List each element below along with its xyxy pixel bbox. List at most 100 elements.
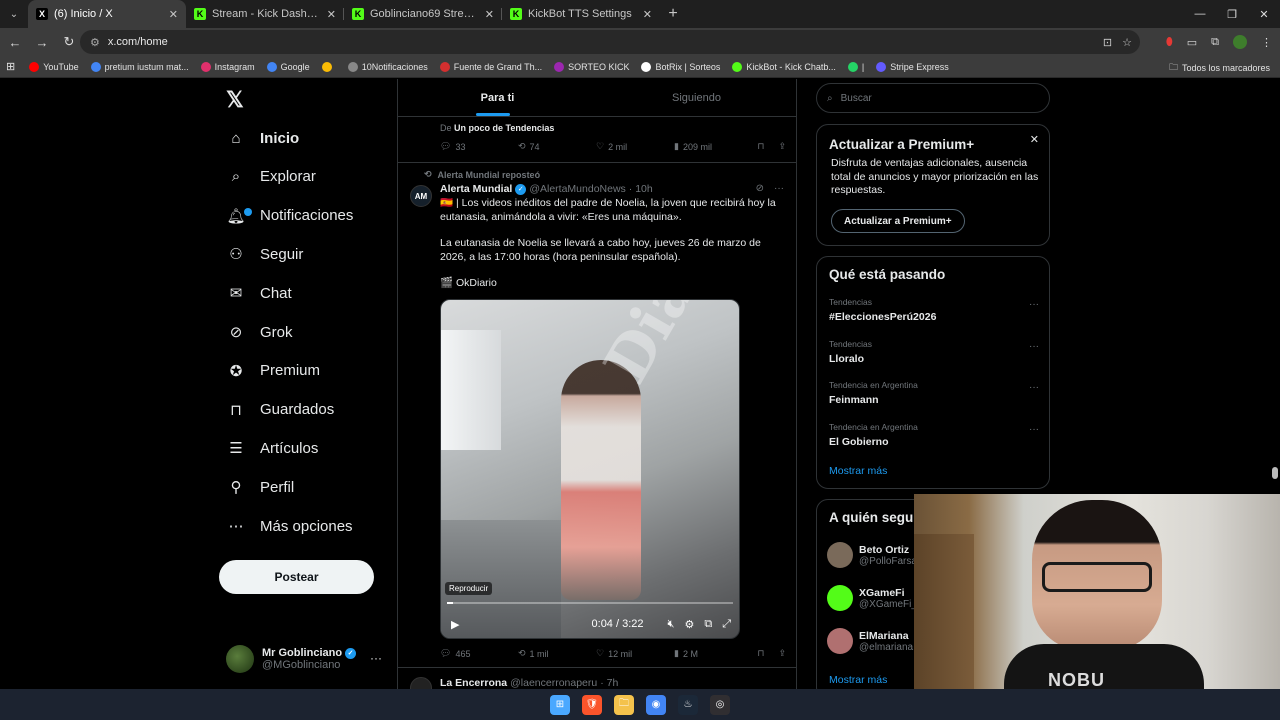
tab-search-icon[interactable]: ⌄ [0,0,28,28]
bookmark-item[interactable]: Stripe Express [876,61,949,72]
more-horizontal-icon[interactable]: ··· [1029,382,1039,393]
show-more-link[interactable]: Mostrar más [829,674,887,686]
views-button[interactable]: ▮ 209 mil [674,141,752,152]
reply-button[interactable]: 💬︎ 33 [440,141,518,152]
maximize-icon[interactable]: ❐ [1216,0,1248,28]
bookmark-item[interactable]: Instagram [200,61,255,72]
trend-item[interactable]: Tendencia en Argentina El Gobierno ··· [829,422,1039,448]
bookmark-item[interactable]: BotRix | Sorteos [641,61,720,72]
page-scrollbar[interactable] [1272,467,1278,479]
play-icon[interactable]: ▶ [451,618,459,631]
tab-kick-dashboard[interactable]: K Stream - Kick Dashboard ✕ [186,0,344,28]
author-handle[interactable]: @laencerronaperu [510,677,597,689]
more-horizontal-icon[interactable]: ··· [1029,424,1039,435]
steam-icon[interactable]: ♨ [678,694,698,715]
address-bar[interactable]: ⚙ x.com/home ⊡ ☆ [80,30,1140,54]
sidebar-item-explorar[interactable]: ⌕ Explorar [226,162,316,192]
bookmark-icon[interactable]: ⊓ [757,648,764,659]
bookmark-star-icon[interactable]: ☆ [1122,36,1132,49]
tab-x-home[interactable]: X (6) Inicio / X ✕ [28,0,186,28]
bookmark-item[interactable]: KickBot - Kick Chatb... [732,61,836,72]
tab-for-you[interactable]: Para ti [398,79,597,116]
tweet-time[interactable]: · 10h [629,183,653,195]
sidebar-item-perfil[interactable]: ⚲ Perfil [226,472,295,502]
fullscreen-icon[interactable]: ⤢ [722,618,731,631]
trend-item[interactable]: Tendencias Lloralo ··· [829,339,1039,365]
sidebar-item-seguir[interactable]: ⚇ Seguir [226,239,303,269]
share-icon[interactable]: ⇪ [778,648,786,659]
chrome-icon[interactable]: ◉ [646,694,666,715]
video-progress-bar[interactable] [447,602,733,604]
close-icon[interactable]: ✕ [485,8,494,21]
author-name[interactable]: La Encerrona [440,677,507,689]
bookmark-item[interactable]: YouTube [29,61,79,72]
next-tweet[interactable]: La Encerrona @laencerronaperu · 7h [398,669,796,689]
apps-grid-icon[interactable]: ⊞ [6,60,15,73]
share-icon[interactable]: ⇪ [778,141,786,152]
bookmark-item[interactable]: pretium iustum mat... [90,61,189,72]
follow-suggestion[interactable]: XGameFi @XGameFi_ [827,585,917,611]
extension-red-icon[interactable]: ⬮ [1166,36,1173,49]
bookmark-item[interactable]: Google [266,61,310,72]
bookmark-icon[interactable]: ⊓ [757,141,764,152]
settings-icon[interactable]: ⚙ [684,618,694,631]
obs-icon[interactable]: ◎ [710,694,730,715]
bookmark-item[interactable]: 10Notificaciones [347,61,428,72]
windows-start-icon[interactable]: ⊞ [550,694,570,715]
tab-following[interactable]: Siguiendo [597,79,796,116]
sidebar-item-premium[interactable]: ✪ Premium [226,356,320,386]
more-horizontal-icon[interactable]: ··· [774,183,784,194]
more-horizontal-icon[interactable]: ··· [370,651,382,665]
close-window-icon[interactable]: ✕ [1248,0,1280,28]
video-player[interactable]: Diario Reproducir ▶ 0:04 / 3:22 🔇︎ ⚙ ⧉ ⤢ [440,299,740,639]
sidebar-item-notificaciones[interactable]: 🔔︎ Notificaciones [226,201,353,231]
install-app-icon[interactable]: ⊡ [1103,36,1112,49]
minimize-icon[interactable]: — [1184,0,1216,28]
brave-icon[interactable]: 🛡︎ [582,694,602,715]
bookmark-item[interactable]: | [847,61,864,72]
close-icon[interactable]: ✕ [327,8,336,21]
file-explorer-icon[interactable]: 🗀︎ [614,694,634,715]
trend-item[interactable]: Tendencia en Argentina Feinmann ··· [829,380,1039,406]
show-more-link[interactable]: Mostrar más [829,465,887,477]
close-icon[interactable]: ✕ [643,8,652,21]
mute-icon[interactable]: 🔇︎ [668,618,675,631]
new-tab-button[interactable]: + [660,0,686,28]
trend-item[interactable]: Tendencias #EleccionesPerú2026 ··· [829,297,1039,323]
avatar[interactable] [410,677,432,689]
extension-icon[interactable]: ▭ [1187,36,1197,49]
repost-button[interactable]: ⟲ 74 [518,141,596,152]
sidebar-item-chat[interactable]: ✉ Chat [226,278,292,308]
extensions-puzzle-icon[interactable]: ⧉ [1211,36,1219,49]
reply-button[interactable]: 💬︎ 465 [440,648,518,659]
author-handle[interactable]: @AlertaMundoNews [529,183,625,195]
tab-kickbot-tts[interactable]: K KickBot TTS Settings ✕ [502,0,660,28]
like-button[interactable]: ♡ 2 mil [596,141,674,152]
repost-button[interactable]: ⟲ 1 mil [518,648,596,659]
bookmark-item[interactable]: SORTEO KICK [554,61,629,72]
tweet-time[interactable]: · 7h [600,677,618,689]
post-button[interactable]: Postear [219,560,374,594]
search-input[interactable]: ⌕ Buscar [816,83,1050,113]
follow-suggestion[interactable]: ElMariana @elmariana [827,628,913,654]
bookmark-item[interactable]: Fuente de Grand Th... [439,61,542,72]
all-bookmarks-button[interactable]: 🗀︎ Todos los marcadores [1169,60,1270,76]
follow-suggestion[interactable]: Beto Ortiz @PolloFarsa [827,542,917,568]
tweet[interactable]: ⟲ Alerta Mundial reposteó AM Alerta Mundi… [398,163,796,668]
x-logo-icon[interactable]: 𝕏 [226,87,244,113]
close-icon[interactable]: ✕ [169,8,178,21]
tab-goblinciano-stream[interactable]: K Goblinciano69 Stream - Watch ✕ [344,0,502,28]
grok-icon[interactable]: ⊘ [756,183,764,194]
account-switcher[interactable]: Mr Goblinciano ✓ @MGoblinciano ··· [226,639,386,679]
author-name[interactable]: Alerta Mundial [440,183,512,195]
more-horizontal-icon[interactable]: ··· [1029,341,1039,352]
profile-avatar[interactable] [1233,35,1247,49]
back-icon[interactable]: ← [3,30,27,54]
premium-upgrade-button[interactable]: Actualizar a Premium+ [831,209,965,233]
pip-icon[interactable]: ⧉ [704,618,712,631]
sidebar-item-msopciones[interactable]: ⋯ Más opciones [226,511,353,541]
close-icon[interactable]: ✕ [1030,133,1039,146]
sidebar-item-guardados[interactable]: ⊓ Guardados [226,395,334,425]
sidebar-item-artculos[interactable]: ☰ Artículos [226,433,318,463]
reload-icon[interactable]: ↻ [57,30,81,54]
